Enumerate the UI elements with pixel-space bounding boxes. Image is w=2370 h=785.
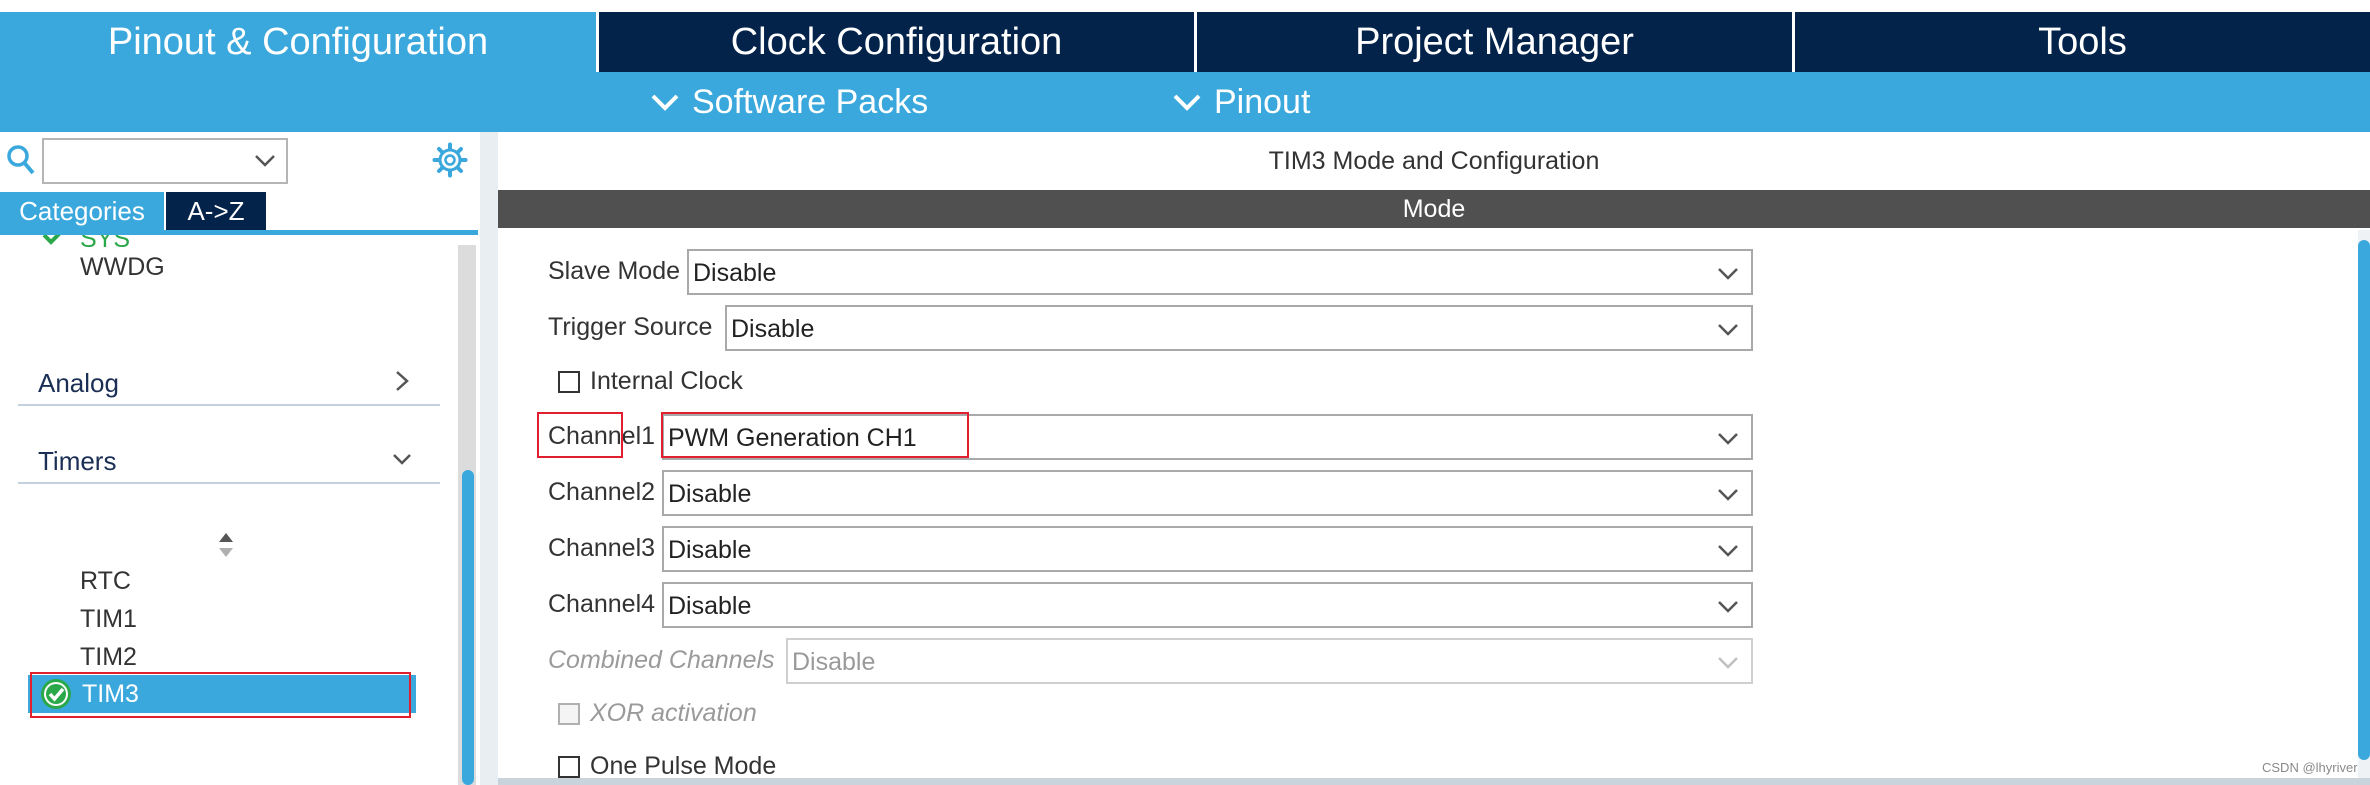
highlight-box-channel1-label <box>537 412 623 458</box>
list-item-sys[interactable]: SYS <box>80 235 130 254</box>
slave-mode-value: Disable <box>693 259 777 287</box>
chevron-down-icon <box>1718 433 1738 445</box>
right-scrollbar-thumb[interactable] <box>2358 240 2370 760</box>
left-scrollbar-thumb[interactable] <box>462 470 474 785</box>
group-timers-label: Timers <box>38 446 117 476</box>
chevron-down-icon <box>393 454 411 465</box>
internal-clock-checkbox[interactable] <box>558 371 580 393</box>
channel4-select[interactable]: Disable <box>662 582 1753 628</box>
group-analog[interactable]: Analog <box>18 360 440 406</box>
pinout-menu[interactable]: Pinout <box>1172 72 1310 132</box>
channel4-label: Channel4 <box>548 590 656 618</box>
combined-channels-select: Disable <box>786 638 1753 684</box>
combined-channels-label: Combined Channels <box>548 646 775 674</box>
tab-a-z[interactable]: A->Z <box>166 192 266 230</box>
chevron-down-icon <box>1718 601 1738 613</box>
tab-pinout-configuration[interactable]: Pinout & Configuration <box>0 12 596 72</box>
channel4-value: Disable <box>668 592 752 620</box>
main-tab-bar: Pinout & Configuration Clock Configurati… <box>0 12 2370 72</box>
highlight-box-tim3 <box>30 672 411 718</box>
one-pulse-mode-checkbox[interactable] <box>558 756 580 778</box>
tab-tools[interactable]: Tools <box>1792 12 2370 72</box>
check-icon <box>42 235 61 245</box>
one-pulse-mode-label: One Pulse Mode <box>590 752 777 780</box>
internal-clock-label: Internal Clock <box>590 367 743 395</box>
tab-project-manager[interactable]: Project Manager <box>1194 12 1792 72</box>
channel3-select[interactable]: Disable <box>662 526 1753 572</box>
channel2-label: Channel2 <box>548 478 656 506</box>
channel3-value: Disable <box>668 536 752 564</box>
list-item-tim1[interactable]: TIM1 <box>80 605 137 634</box>
config-panel: TIM3 Mode and Configuration Mode Slave M… <box>498 132 2370 785</box>
pinout-label: Pinout <box>1214 82 1311 121</box>
trigger-source-label: Trigger Source <box>548 313 713 341</box>
chevron-down-icon <box>1718 268 1738 280</box>
tab-categories[interactable]: Categories <box>0 192 164 230</box>
panel-splitter[interactable] <box>480 132 498 785</box>
list-item-tim2[interactable]: TIM2 <box>80 643 137 672</box>
chevron-down-icon <box>651 94 679 111</box>
group-analog-label: Analog <box>38 368 119 398</box>
chevron-right-icon <box>396 371 409 391</box>
chevron-down-icon <box>1718 489 1738 501</box>
chevron-down-icon <box>1718 324 1738 336</box>
trigger-source-select[interactable]: Disable <box>725 305 1753 351</box>
category-tabs: Categories A->Z <box>0 192 266 230</box>
watermark: CSDN @lhyriver <box>2262 760 2358 775</box>
xor-activation-label: XOR activation <box>590 699 757 727</box>
slave-mode-label: Slave Mode <box>548 257 681 285</box>
slave-mode-select[interactable]: Disable <box>687 249 1753 295</box>
sort-icon[interactable] <box>216 531 236 559</box>
mode-section-header[interactable]: Mode <box>498 190 2370 228</box>
software-packs-label: Software Packs <box>692 82 929 121</box>
panel-bottom-border <box>498 778 2370 785</box>
tab-clock-configuration[interactable]: Clock Configuration <box>596 12 1194 72</box>
chevron-down-icon <box>1718 657 1738 669</box>
secondary-menu-bar: Software Packs Pinout <box>0 72 2370 132</box>
search-combo[interactable] <box>42 138 288 184</box>
channel3-label: Channel3 <box>548 534 656 562</box>
list-item-rtc[interactable]: RTC <box>80 567 131 596</box>
search-icon[interactable] <box>6 144 36 176</box>
combined-channels-value: Disable <box>792 648 876 676</box>
highlight-box-channel1-value <box>661 412 969 458</box>
group-timers[interactable]: Timers <box>18 438 440 484</box>
channel2-select[interactable]: Disable <box>662 470 1753 516</box>
channel2-value: Disable <box>668 480 752 508</box>
software-packs-menu[interactable]: Software Packs <box>650 72 928 132</box>
gear-icon[interactable] <box>432 142 468 178</box>
chevron-down-icon <box>1173 94 1201 111</box>
trigger-source-value: Disable <box>731 315 815 343</box>
xor-activation-checkbox <box>558 703 580 725</box>
chevron-down-icon <box>255 155 275 167</box>
panel-title: TIM3 Mode and Configuration <box>1268 146 1600 175</box>
chevron-down-icon <box>1718 545 1738 557</box>
list-item-wwdg[interactable]: WWDG <box>80 253 165 282</box>
